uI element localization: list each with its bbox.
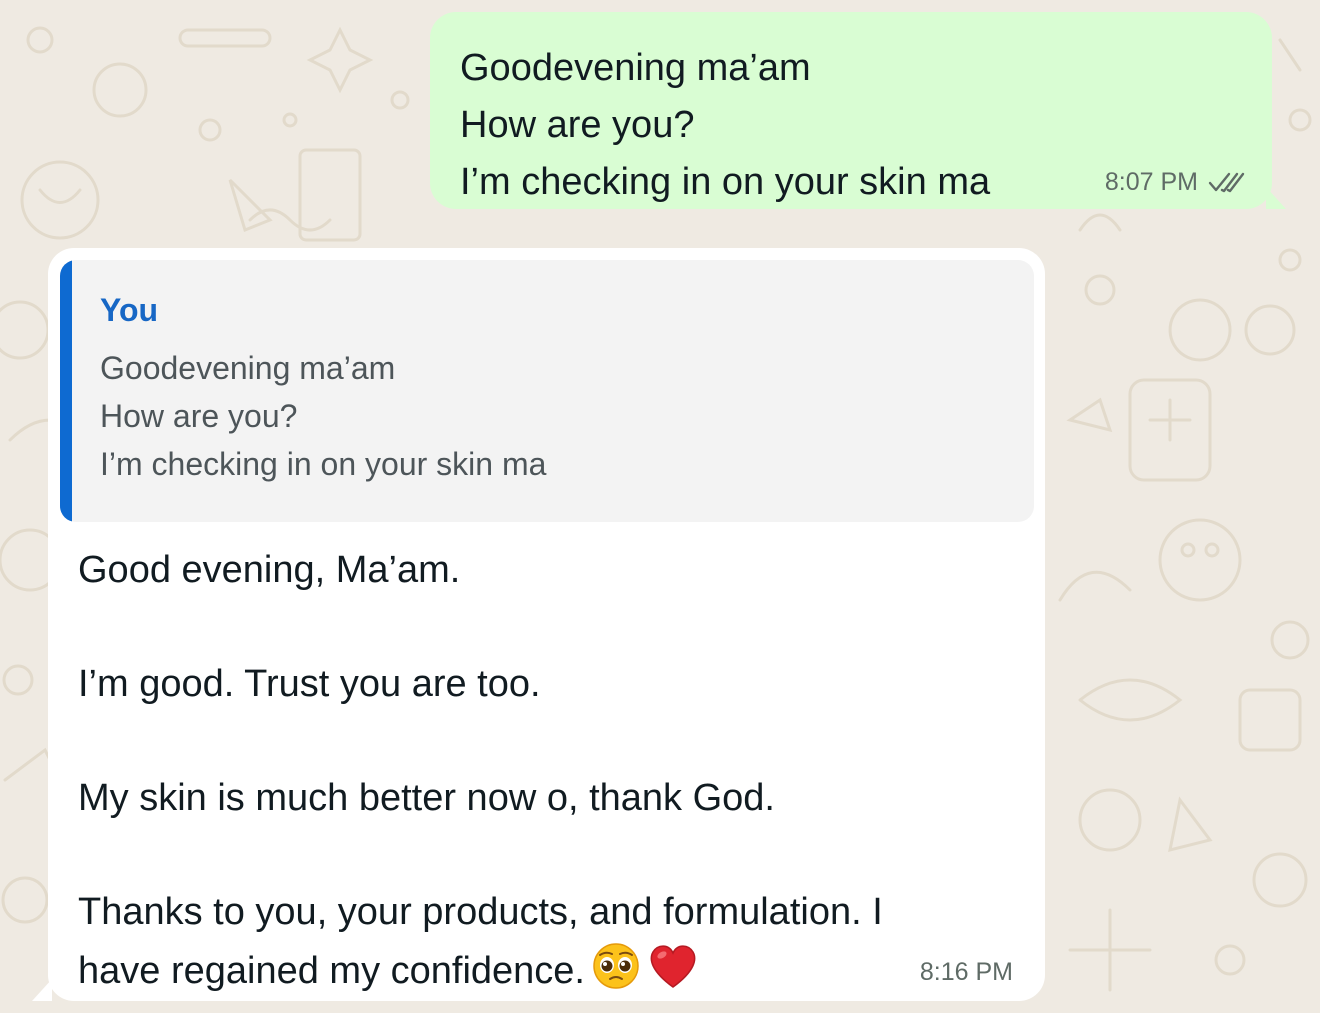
bubble-tail — [1266, 187, 1286, 209]
quoted-line: Goodevening ma’am — [100, 350, 396, 386]
message-paragraph: My skin is much better now o, thank God. — [78, 777, 775, 819]
message-timestamp: 8:07 PM — [1104, 168, 1198, 196]
message-paragraph-last-line: have regained my confidence. — [78, 941, 1033, 998]
message-line: Goodevening ma’am — [460, 47, 811, 89]
quoted-message[interactable]: You Goodevening ma’am How are you? I’m c… — [60, 260, 1034, 522]
double-check-icon — [1208, 172, 1245, 193]
message-paragraph: Thanks to you, your products, and formul… — [78, 891, 883, 933]
quoted-line: How are you? — [100, 398, 298, 434]
message-timestamp: 8:16 PM — [919, 958, 1013, 986]
quoted-line: I’m checking in on your skin ma — [100, 446, 547, 482]
bubble-tail — [32, 979, 52, 1001]
message-paragraph: Good evening, Ma’am. — [78, 549, 461, 591]
red-heart-icon — [650, 945, 696, 988]
quoted-author: You — [100, 292, 159, 328]
incoming-message-text: Good evening, Ma’am. I’m good. Trust you… — [60, 522, 1033, 998]
quote-accent-bar — [60, 260, 72, 522]
outgoing-message-bubble[interactable]: Goodevening ma’am How are you? I’m check… — [430, 12, 1286, 209]
pleading-face-icon — [593, 943, 639, 989]
incoming-message-bubble[interactable]: You Goodevening ma’am How are you? I’m c… — [32, 248, 1045, 1001]
message-line: How are you? — [460, 104, 695, 146]
message-paragraph: have regained my confidence. — [78, 950, 585, 992]
message-paragraph: I’m good. Trust you are too. — [78, 663, 541, 705]
